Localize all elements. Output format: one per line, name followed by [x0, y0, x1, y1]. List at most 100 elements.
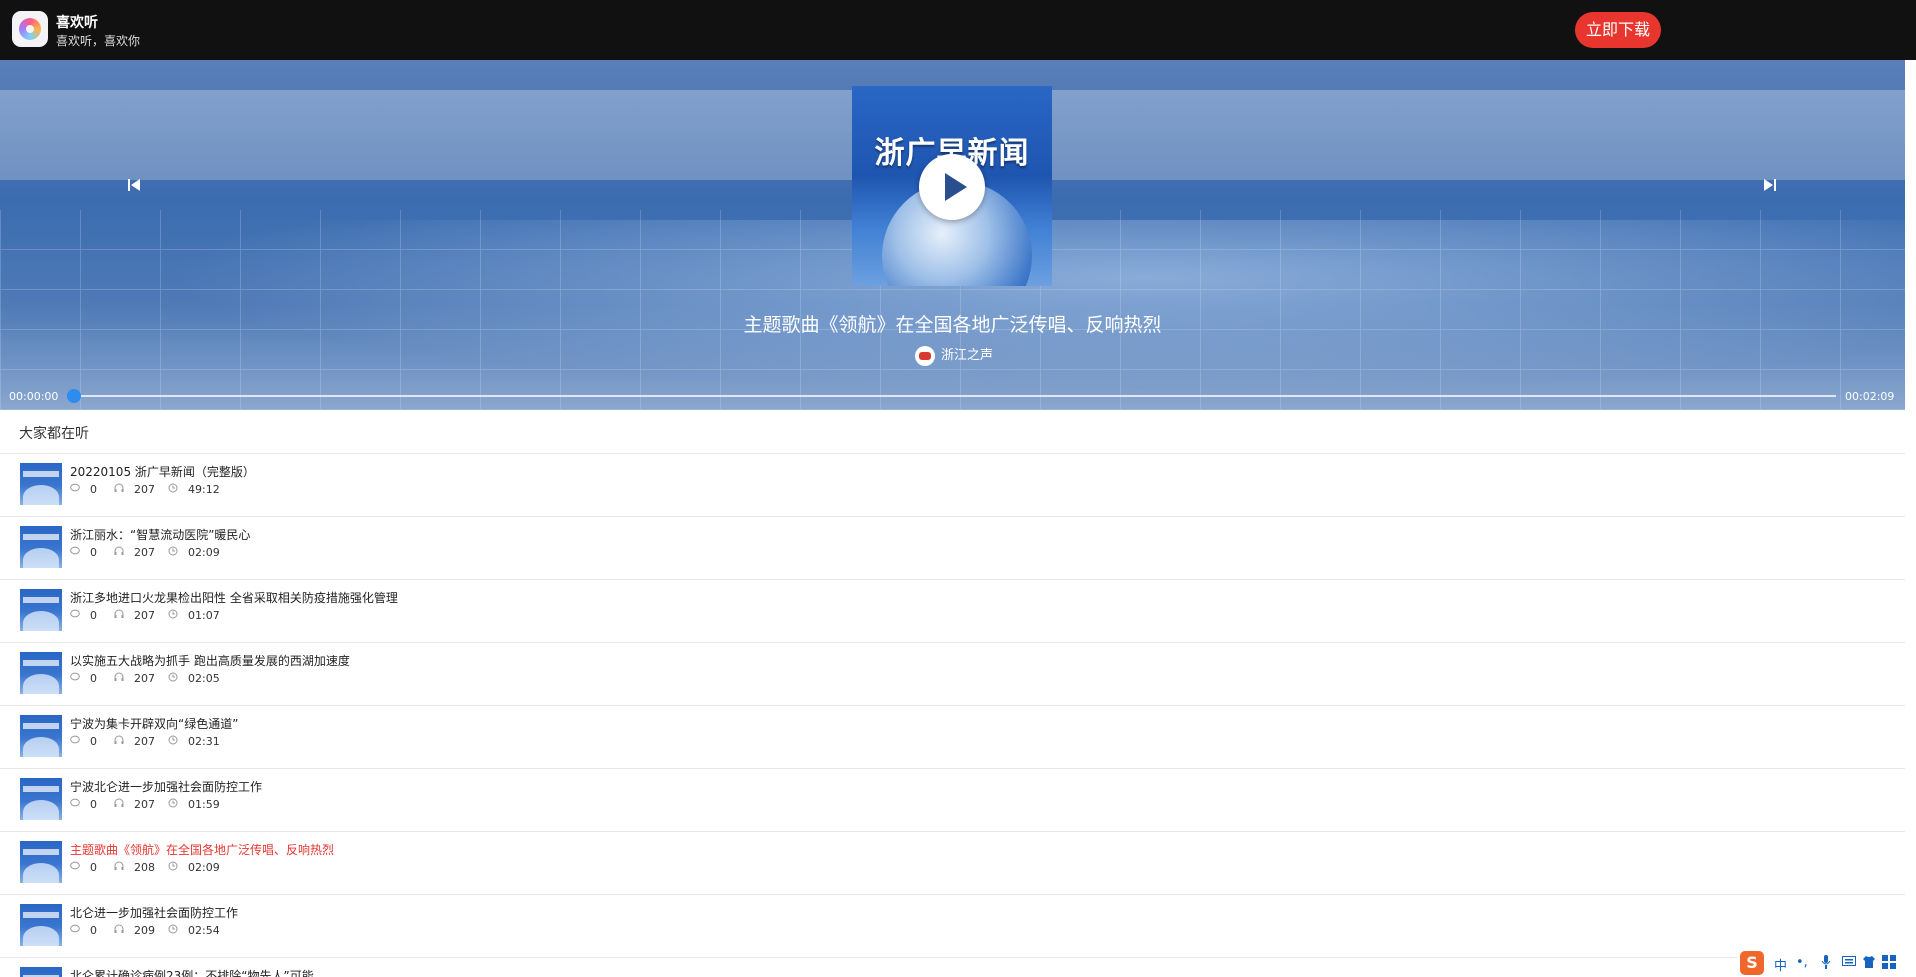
comment-count: 0 [70, 798, 97, 813]
download-button[interactable]: 立即下载 [1575, 12, 1661, 48]
clock-icon [168, 672, 180, 687]
ime-mode[interactable]: 中 [1774, 955, 1787, 974]
list-item[interactable]: 北仑进一步加强社会面防控工作 0 209 02:54 [0, 895, 1905, 958]
channel-info[interactable]: 浙江之声 [915, 345, 993, 367]
list-item[interactable]: 宁波北仑进一步加强社会面防控工作 0 207 01:59 [0, 769, 1905, 832]
comment-count: 0 [70, 735, 97, 750]
play-count: 207 [114, 483, 155, 498]
episode-title[interactable]: 浙江丽水：“智慧流动医院”暖民心 [70, 526, 250, 543]
episode-title[interactable]: 宁波北仑进一步加强社会面防控工作 [70, 778, 262, 795]
comment-count-value: 0 [90, 672, 97, 685]
skip-next-icon[interactable] [1760, 177, 1780, 197]
episode-thumbnail [20, 463, 62, 505]
episode-title[interactable]: 浙江多地进口火龙果检出阳性 全省采取相关防疫措施强化管理 [70, 589, 398, 606]
episode-title[interactable]: 宁波为集卡开辟双向“绿色通道” [70, 715, 238, 732]
duration: 02:05 [168, 672, 220, 687]
comment-icon [70, 798, 82, 813]
comment-count: 0 [70, 861, 97, 876]
duration: 02:09 [168, 861, 220, 876]
clock-icon [168, 798, 180, 813]
episode-thumbnail [20, 967, 62, 977]
comment-count-value: 0 [90, 924, 97, 937]
play-count: 207 [114, 735, 155, 750]
comment-icon [70, 924, 82, 939]
comment-count-value: 0 [90, 483, 97, 496]
comment-count: 0 [70, 672, 97, 687]
episode-title[interactable]: 北仑进一步加强社会面防控工作 [70, 904, 238, 921]
keyboard-icon[interactable] [1842, 955, 1856, 971]
duration: 01:59 [168, 798, 220, 813]
list-item[interactable]: 主题歌曲《领航》在全国各地广泛传唱、反响热烈 0 208 02:09 [0, 832, 1905, 895]
duration: 02:54 [168, 924, 220, 939]
list-item[interactable]: 北仑累计确诊病例23例：不排除“物先人”可能 [0, 958, 1905, 977]
play-count: 207 [114, 546, 155, 561]
duration-value: 02:09 [188, 861, 220, 874]
play-count: 207 [114, 798, 155, 813]
episode-thumbnail [20, 715, 62, 757]
list-item[interactable]: 浙江丽水：“智慧流动医院”暖民心 0 207 02:09 [0, 517, 1905, 580]
audio-player: 浙广早新闻 主题歌曲《领航》在全国各地广泛传唱、反响热烈 浙江之声 00:00:… [0, 60, 1905, 410]
comment-count-value: 0 [90, 546, 97, 559]
episode-title[interactable]: 20220105 浙广早新闻（完整版） [70, 463, 255, 480]
app-logo-icon [12, 11, 48, 47]
headphones-icon [114, 483, 126, 498]
comment-icon [70, 735, 82, 750]
comment-count-value: 0 [90, 609, 97, 622]
episode-thumbnail [20, 652, 62, 694]
ime-punct[interactable]: •, [1796, 955, 1808, 970]
app-slogan: 喜欢听，喜欢你 [56, 34, 141, 48]
list-item[interactable]: 宁波为集卡开辟双向“绿色通道” 0 207 02:31 [0, 706, 1905, 769]
episode-thumbnail [20, 526, 62, 568]
episode-title[interactable]: 以实施五大战略为抓手 跑出高质量发展的西湖加速度 [70, 652, 350, 669]
episode-list: 20220105 浙广早新闻（完整版） 0 207 49:12 浙江丽水：“智慧流动医院… [0, 454, 1905, 977]
duration-value: 49:12 [188, 483, 220, 496]
current-time: 00:00:00 [9, 390, 59, 403]
list-item[interactable]: 以实施五大战略为抓手 跑出高质量发展的西湖加速度 0 207 02:05 [0, 643, 1905, 706]
clock-icon [168, 924, 180, 939]
episode-title[interactable]: 北仑累计确诊病例23例：不排除“物先人”可能 [70, 967, 314, 977]
clock-icon [168, 546, 180, 561]
comment-count: 0 [70, 924, 97, 939]
duration-value: 01:59 [188, 798, 220, 811]
microphone-icon[interactable] [1821, 955, 1831, 973]
headphones-icon [114, 609, 126, 624]
progress-knob[interactable] [67, 389, 81, 403]
play-icon[interactable] [919, 154, 985, 220]
duration: 49:12 [168, 483, 220, 498]
skip-previous-icon[interactable] [124, 177, 144, 197]
play-count-value: 207 [134, 672, 155, 685]
duration: 02:31 [168, 735, 220, 750]
episode-thumbnail [20, 904, 62, 946]
list-item[interactable]: 浙江多地进口火龙果检出阳性 全省采取相关防疫措施强化管理 0 207 01:07 [0, 580, 1905, 643]
duration: 02:09 [168, 546, 220, 561]
sogou-logo-icon[interactable]: S [1740, 951, 1764, 975]
channel-logo-icon [915, 345, 935, 366]
episode-title[interactable]: 主题歌曲《领航》在全国各地广泛传唱、反响热烈 [70, 841, 334, 858]
clock-icon [168, 609, 180, 624]
comment-icon [70, 546, 82, 561]
app-banner: 喜欢听 喜欢听，喜欢你 立即下载 [0, 0, 1916, 60]
comment-icon [70, 672, 82, 687]
duration-value: 02:09 [188, 546, 220, 559]
comment-count: 0 [70, 483, 97, 498]
progress-slider[interactable] [67, 389, 1836, 403]
comment-count: 0 [70, 609, 97, 624]
play-count-value: 207 [134, 546, 155, 559]
episode-thumbnail [20, 778, 62, 820]
clock-icon [168, 483, 180, 498]
headphones-icon [114, 546, 126, 561]
play-count: 208 [114, 861, 155, 876]
headphones-icon [114, 861, 126, 876]
episode-thumbnail [20, 841, 62, 883]
comment-count-value: 0 [90, 861, 97, 874]
play-count-value: 209 [134, 924, 155, 937]
shirt-icon[interactable] [1862, 955, 1876, 973]
grid-icon[interactable] [1882, 955, 1896, 973]
duration-value: 02:31 [188, 735, 220, 748]
episode-thumbnail [20, 589, 62, 631]
comment-count: 0 [70, 546, 97, 561]
list-item[interactable]: 20220105 浙广早新闻（完整版） 0 207 49:12 [0, 454, 1905, 517]
play-count-value: 207 [134, 609, 155, 622]
total-time: 00:02:09 [1845, 390, 1895, 403]
duration-value: 02:54 [188, 924, 220, 937]
